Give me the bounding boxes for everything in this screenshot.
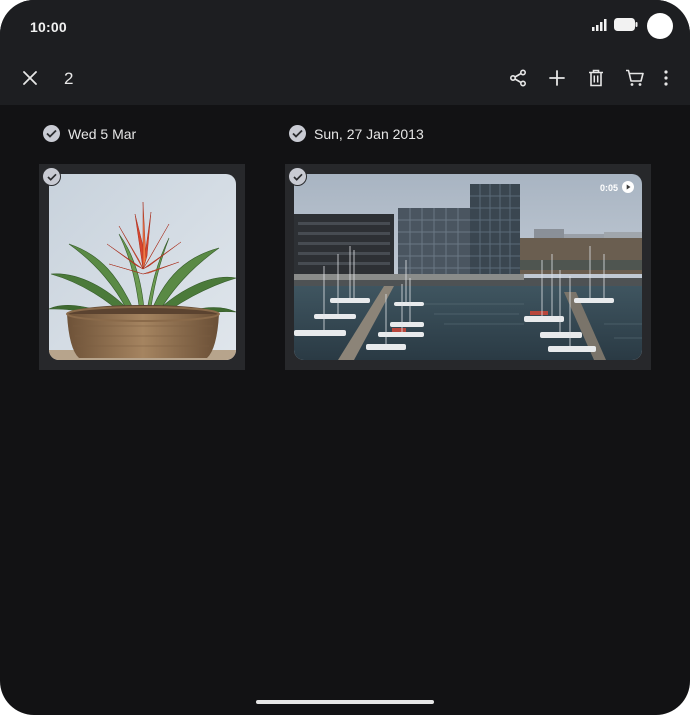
close-icon (23, 70, 37, 90)
device-screen: 10:00 2 Wed 5 Mar Sun, 27 Jan 2013 0:05 (0, 0, 690, 715)
photo-tile[interactable] (39, 164, 245, 370)
date-group-header[interactable]: Sun, 27 Jan 2013 (289, 125, 424, 142)
add-button[interactable] (543, 66, 571, 94)
delete-button[interactable] (582, 66, 610, 94)
more-options-button[interactable] (652, 66, 680, 94)
selected-check-icon[interactable] (42, 167, 61, 186)
plant-photo (49, 174, 236, 360)
share-button[interactable] (504, 66, 532, 94)
order-prints-icon (625, 69, 644, 92)
add-icon (549, 69, 565, 91)
home-indicator[interactable] (256, 700, 434, 704)
selection-toolbar: 2 (0, 54, 690, 105)
date-label: Wed 5 Mar (68, 125, 137, 142)
video-tile[interactable]: 0:05 (285, 164, 651, 370)
video-duration-text: 0:05 (599, 183, 618, 193)
status-time: 10:00 (30, 19, 67, 35)
status-icons (592, 18, 638, 36)
date-label: Sun, 27 Jan 2013 (314, 125, 424, 142)
signal-icon (592, 18, 608, 36)
share-icon (509, 68, 527, 92)
date-group-header[interactable]: Wed 5 Mar (43, 125, 136, 142)
status-bar: 10:00 (0, 0, 690, 54)
order-prints-button[interactable] (620, 66, 648, 94)
battery-icon (614, 18, 638, 36)
more-options-icon (664, 69, 668, 91)
video-duration: 0:05 (600, 181, 634, 195)
check-circle-icon (289, 125, 306, 142)
delete-icon (588, 69, 604, 92)
harbour-video-thumbnail: 0:05 (294, 174, 642, 360)
selected-check-icon[interactable] (288, 167, 307, 186)
close-button[interactable] (16, 66, 44, 94)
selected-count: 2 (64, 69, 74, 88)
check-circle-icon (43, 125, 60, 142)
front-camera (647, 13, 673, 39)
play-icon (622, 181, 634, 195)
